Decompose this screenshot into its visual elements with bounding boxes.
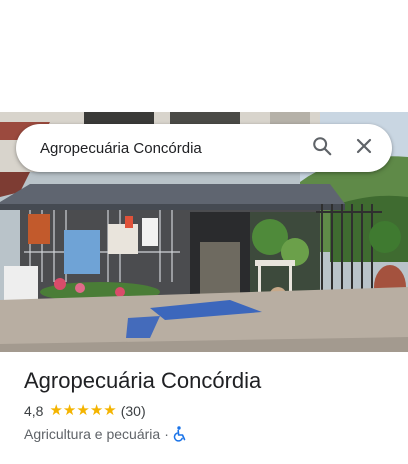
star-icon: ★ <box>62 402 77 419</box>
place-title[interactable]: Agropecuária Concórdia <box>24 366 394 396</box>
category-row: Agricultura e pecuária · <box>24 424 394 444</box>
star-icon: ★ <box>89 402 104 419</box>
rating-value: 4,8 <box>24 403 44 419</box>
place-category: Agricultura e pecuária <box>24 426 161 442</box>
wheelchair-icon <box>173 426 187 442</box>
search-input[interactable]: Agropecuária Concórdia <box>40 140 302 157</box>
search-button[interactable] <box>302 128 342 168</box>
place-info: Agropecuária Concórdia 4,8 ★ ★ ★ ★ ★ (30… <box>24 366 394 444</box>
star-rating: ★ ★ ★ ★ ★ <box>49 402 116 420</box>
star-icon: ★ <box>103 402 117 419</box>
search-icon <box>311 135 333 162</box>
close-icon <box>355 137 373 160</box>
search-bar[interactable]: Agropecuária Concórdia <box>16 124 392 172</box>
review-count[interactable]: (30) <box>121 403 146 419</box>
star-icon: ★ <box>76 402 90 419</box>
rating-row[interactable]: 4,8 ★ ★ ★ ★ ★ (30) <box>24 402 394 420</box>
separator-dot: · <box>164 426 169 442</box>
star-icon: ★ <box>49 402 63 419</box>
close-button[interactable] <box>344 128 384 168</box>
